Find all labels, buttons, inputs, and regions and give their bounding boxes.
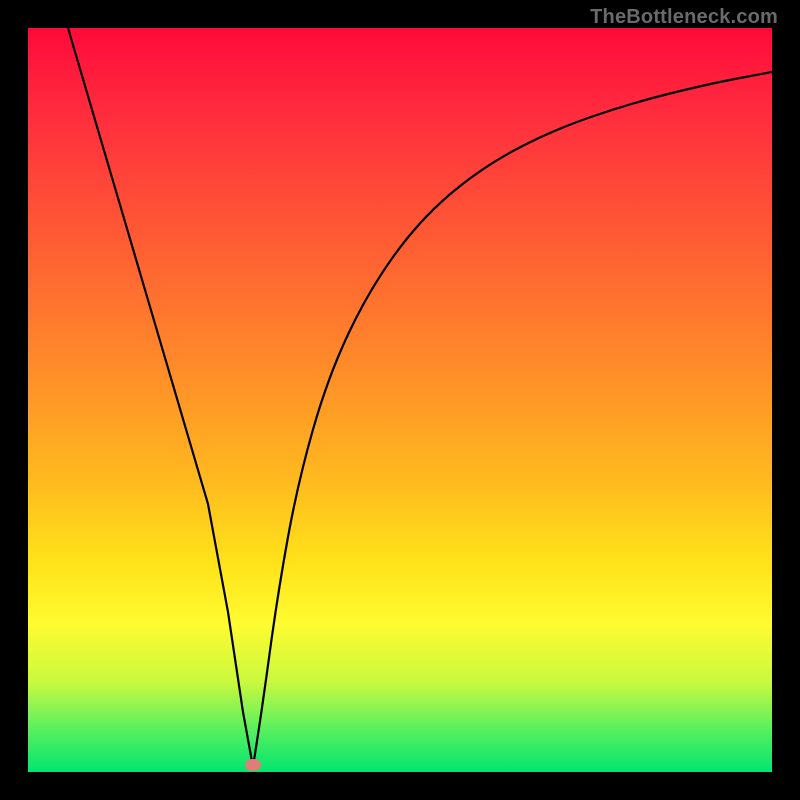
curve-layer [28,28,772,772]
curve-left [68,28,253,767]
min-marker [245,759,261,771]
watermark-text: TheBottleneck.com [590,6,778,29]
curve-right [253,72,772,767]
chart-frame: TheBottleneck.com [0,0,800,800]
